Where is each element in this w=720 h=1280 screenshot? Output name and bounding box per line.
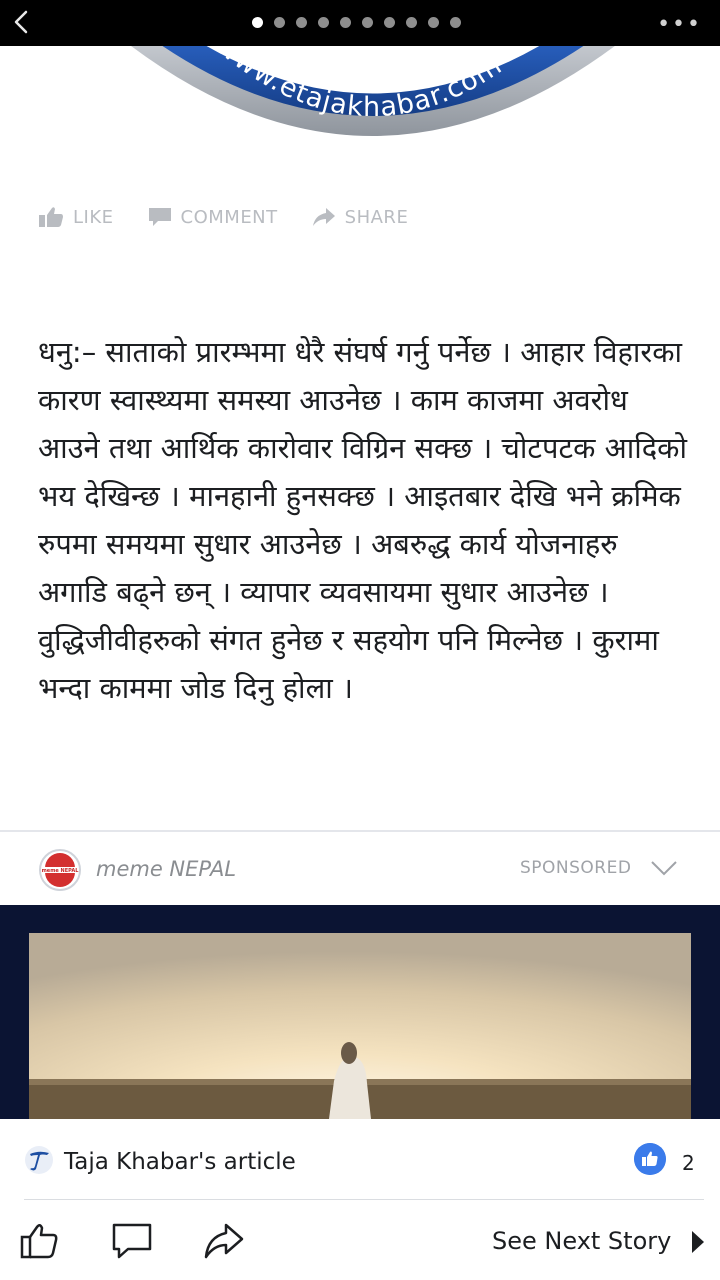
footer-divider xyxy=(24,1199,704,1200)
comment-label: COMMENT xyxy=(180,206,278,228)
page-dot[interactable] xyxy=(318,17,329,28)
like-button[interactable]: LIKE xyxy=(38,206,114,228)
sunset-video-thumbnail xyxy=(29,933,691,1119)
svg-text:meme NEPAL: meme NEPAL xyxy=(42,868,79,874)
top-bar: ••• xyxy=(0,0,720,46)
sponsored-label: SPONSORED xyxy=(520,858,632,878)
page-indicator xyxy=(252,17,461,29)
site-banner: www.etajakhabar.com xyxy=(0,46,720,156)
page-dot[interactable] xyxy=(274,17,285,28)
video-frame[interactable] xyxy=(29,933,691,1119)
more-options-icon[interactable]: ••• xyxy=(657,12,702,37)
chevron-down-icon[interactable] xyxy=(650,859,678,877)
article-source-text[interactable]: Taja Khabar's article xyxy=(64,1149,296,1175)
page-dot[interactable] xyxy=(362,17,373,28)
page-dot[interactable] xyxy=(340,17,351,28)
share-arrow-icon xyxy=(312,208,335,226)
comment-bubble-icon xyxy=(148,208,171,226)
share-label: SHARE xyxy=(344,206,409,228)
comment-outline-icon[interactable] xyxy=(110,1219,154,1263)
page-dot[interactable] xyxy=(296,17,307,28)
site-logo: www.etajakhabar.com xyxy=(131,46,615,136)
like-label: LIKE xyxy=(73,206,114,228)
sponsor-name[interactable]: meme NEPAL xyxy=(96,857,236,881)
like-count: 2 xyxy=(682,1151,695,1175)
section-divider xyxy=(0,830,720,832)
post-actions: LIKE COMMENT SHARE xyxy=(38,200,442,234)
see-next-story-link[interactable]: See Next Story xyxy=(492,1227,671,1255)
like-outline-icon[interactable] xyxy=(18,1219,62,1263)
sponsored-header: meme NEPAL meme NEPAL SPONSORED xyxy=(0,845,720,893)
share-button[interactable]: SHARE xyxy=(312,206,409,228)
page-dot-active[interactable] xyxy=(252,17,263,28)
sponsor-avatar[interactable]: meme NEPAL xyxy=(39,849,81,891)
thumbs-up-icon xyxy=(39,207,63,227)
comment-button[interactable]: COMMENT xyxy=(148,206,278,228)
taja-khabar-logo-icon xyxy=(25,1146,53,1174)
page-dot[interactable] xyxy=(384,17,395,28)
meme-nepal-logo: meme NEPAL xyxy=(42,853,79,887)
sponsored-video[interactable] xyxy=(0,905,720,1119)
play-arrow-icon[interactable] xyxy=(690,1229,706,1255)
page-dot[interactable] xyxy=(450,17,461,28)
article-body: धनु:– साताको प्रारम्भमा धेरै संघर्ष गर्न… xyxy=(38,335,687,705)
share-outline-icon[interactable] xyxy=(202,1219,246,1263)
bottom-bar: Taja Khabar's article 2 See Next Story xyxy=(0,1119,720,1280)
article-source-row[interactable]: Taja Khabar's article 2 xyxy=(0,1119,720,1199)
page-dot[interactable] xyxy=(428,17,439,28)
page-dot[interactable] xyxy=(406,17,417,28)
like-reaction-icon[interactable] xyxy=(634,1143,666,1175)
back-chevron-icon[interactable] xyxy=(8,6,36,38)
